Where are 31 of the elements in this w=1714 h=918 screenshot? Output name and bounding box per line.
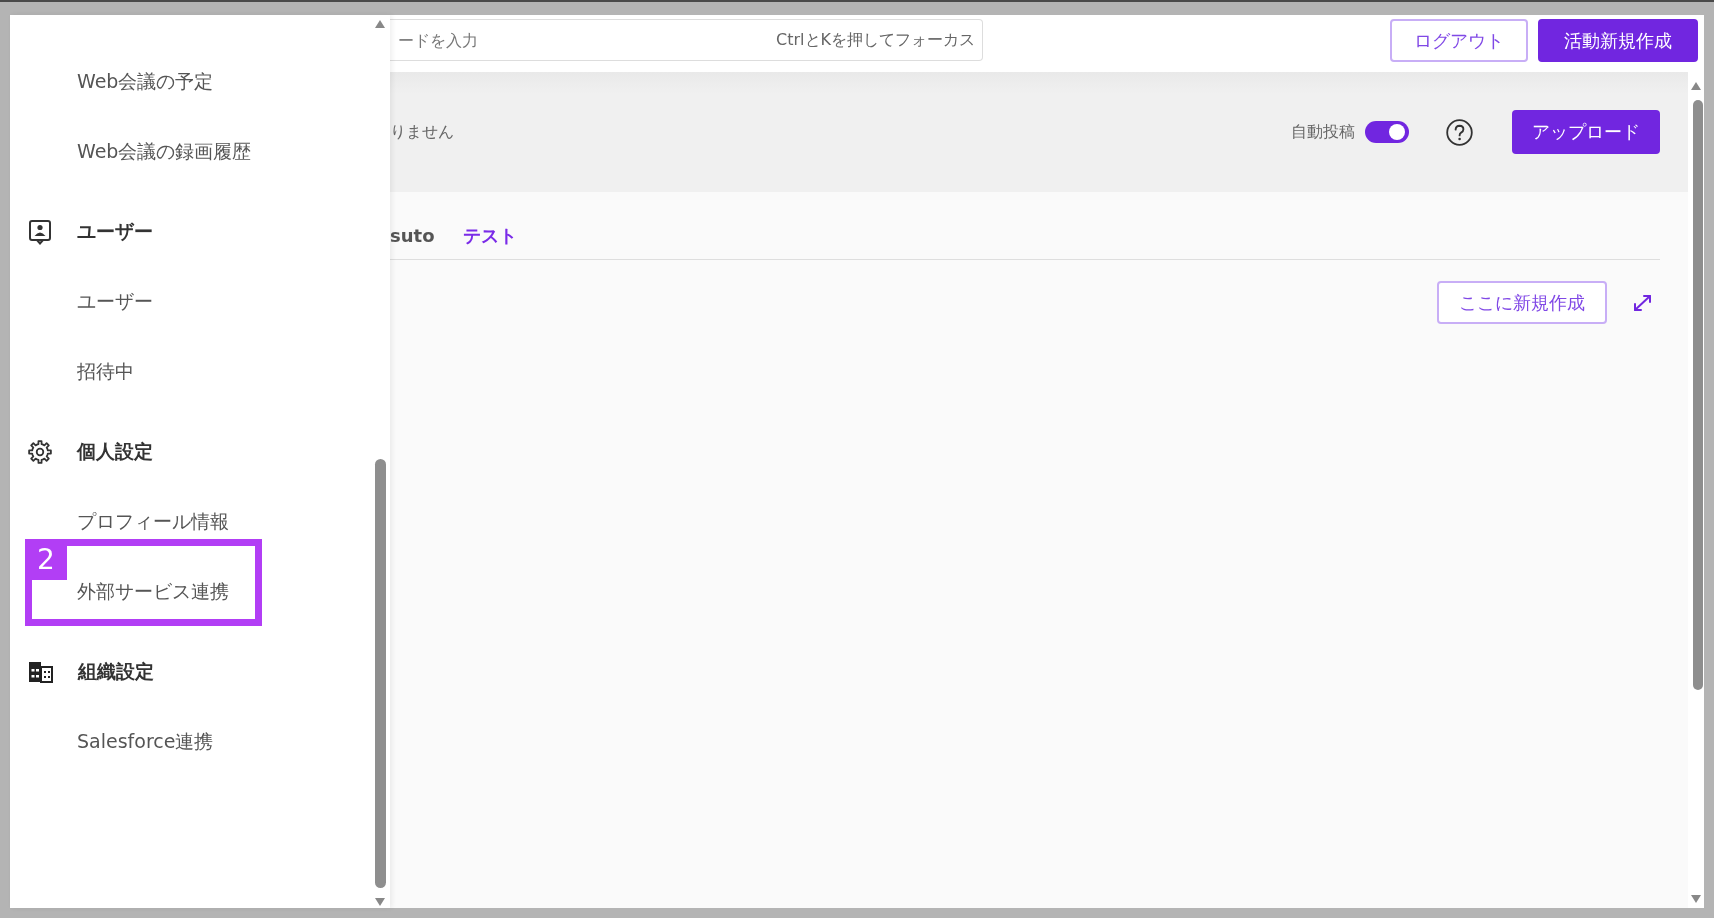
scrollbar-thumb[interactable] xyxy=(375,459,386,888)
sidebar-link[interactable]: Web会議の録画履歴 xyxy=(77,139,252,165)
sidebar-link[interactable]: Salesforce連携 xyxy=(77,729,214,755)
sidebar-link[interactable]: ユーザー xyxy=(77,289,153,315)
help-icon[interactable] xyxy=(1446,118,1473,146)
shortcut-hint: CtrlとKを押してフォーカス xyxy=(776,28,975,51)
building-icon xyxy=(28,661,53,683)
scrollbar-thumb[interactable] xyxy=(1693,100,1703,690)
status-message: りません xyxy=(390,121,454,143)
sidebar-section-title: 組織設定 xyxy=(78,659,154,684)
tab[interactable]: テスト xyxy=(462,223,517,248)
tab[interactable]: suto xyxy=(390,225,435,246)
create-here-button[interactable]: ここに新規作成 xyxy=(1437,281,1607,324)
expand-icon[interactable] xyxy=(1633,293,1652,312)
sidebar-link[interactable]: Web会議の予定 xyxy=(77,69,214,95)
sidebar-link[interactable]: 外部サービス連携 xyxy=(77,579,229,605)
sidebar-section-title: 個人設定 xyxy=(77,439,153,464)
auto-post-label: 自動投稿 xyxy=(1291,121,1355,143)
upload-button[interactable]: アップロード xyxy=(1512,110,1660,154)
auto-post-toggle[interactable] xyxy=(1365,121,1409,143)
logout-button[interactable]: ログアウト xyxy=(1390,19,1528,62)
new-activity-button[interactable]: 活動新規作成 xyxy=(1538,19,1698,62)
sidebar-link[interactable]: プロフィール情報 xyxy=(77,509,229,535)
scroll-down-icon[interactable] xyxy=(1691,895,1701,903)
scroll-up-icon[interactable] xyxy=(375,20,385,28)
scroll-down-icon[interactable] xyxy=(375,898,385,906)
sidebar-link[interactable]: 招待中 xyxy=(77,359,134,385)
scroll-up-icon[interactable] xyxy=(1691,82,1701,90)
person-card-icon xyxy=(28,219,52,245)
settings-icon xyxy=(28,440,52,464)
sidebar-section-title: ユーザー xyxy=(77,219,153,244)
